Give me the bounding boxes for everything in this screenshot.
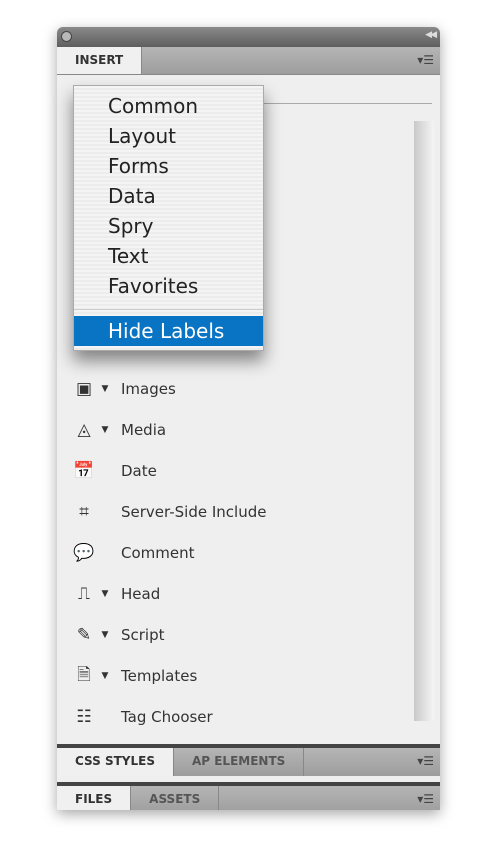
insert-item[interactable]: ✎ ▼ Script: [71, 621, 165, 649]
image-icon: ▣: [75, 379, 93, 399]
insert-item[interactable]: 💬 Comment: [71, 539, 195, 567]
item-label: Date: [121, 462, 157, 480]
menu-item-layout[interactable]: Layout: [74, 121, 263, 151]
script-icon: ✎: [76, 625, 92, 645]
insert-item[interactable]: 📅 Date: [71, 457, 157, 485]
item-label: Templates: [121, 667, 198, 685]
dropdown-caret-icon[interactable]: ▼: [97, 589, 113, 599]
dropdown-caret-icon[interactable]: ▼: [97, 384, 113, 394]
item-label: Media: [121, 421, 167, 439]
insert-tab-bar: INSERT ▾☰: [57, 47, 440, 75]
menu-item-text[interactable]: Text: [74, 241, 263, 271]
menu-item-common[interactable]: Common: [74, 91, 263, 121]
comment-icon: 💬: [73, 543, 95, 563]
insert-item[interactable]: ⌗ Server-Side Include: [71, 498, 266, 526]
category-menu: Common Layout Forms Data Spry Text Favorites H…: [73, 85, 264, 351]
item-label: Head: [121, 585, 161, 603]
templates-icon: 🗎: [77, 664, 91, 685]
menu-item-data[interactable]: Data: [74, 181, 263, 211]
dropdown-caret-icon[interactable]: ▼: [97, 630, 113, 640]
tab-assets[interactable]: ASSETS: [131, 786, 220, 810]
collapse-icon[interactable]: ◀◀: [425, 30, 437, 40]
insert-item[interactable]: ◬ ▼ Media: [71, 416, 166, 444]
insert-item[interactable]: ☷ Tag Chooser: [71, 703, 213, 731]
menu-item-spry[interactable]: Spry: [74, 211, 263, 241]
calendar-icon: 📅: [73, 461, 95, 481]
panel-titlebar: ◀◀: [57, 27, 440, 47]
insert-item[interactable]: ▣ ▼ Images: [71, 375, 176, 403]
media-icon: ◬: [77, 420, 91, 440]
tab-insert[interactable]: INSERT: [57, 47, 143, 74]
scrollbar[interactable]: [414, 121, 434, 721]
panel-menu-icon[interactable]: ▾☰: [417, 754, 434, 768]
tab-css-styles[interactable]: CSS STYLES: [57, 748, 174, 776]
panel-menu-icon[interactable]: ▾☰: [417, 792, 434, 806]
ssi-icon: ⌗: [79, 502, 89, 522]
tag-chooser-icon: ☷: [76, 707, 92, 727]
head-icon: ⎍: [78, 584, 90, 604]
css-tab-bar: CSS STYLES AP ELEMENTS ▾☰: [57, 744, 440, 776]
files-tab-bar: FILES ASSETS ▾☰: [57, 782, 440, 810]
item-label: Tag Chooser: [121, 708, 213, 726]
divider: [257, 103, 432, 104]
dropdown-caret-icon[interactable]: ▼: [97, 425, 113, 435]
item-label: Server-Side Include: [121, 503, 267, 521]
item-label: Script: [121, 626, 165, 644]
menu-separator: [74, 309, 263, 310]
menu-item-favorites[interactable]: Favorites: [74, 271, 263, 301]
item-label: Comment: [121, 544, 195, 562]
item-label: Images: [121, 380, 176, 398]
menu-item-hide-labels[interactable]: Hide Labels: [74, 316, 263, 346]
panel-menu-icon[interactable]: ▾☰: [417, 53, 434, 67]
menu-item-forms[interactable]: Forms: [74, 151, 263, 181]
insert-item[interactable]: ⎍ ▼ Head: [71, 580, 160, 608]
tab-ap-elements[interactable]: AP ELEMENTS: [174, 748, 305, 776]
tab-files[interactable]: FILES: [57, 786, 132, 810]
insert-item[interactable]: 🗎 ▼ Templates: [71, 662, 197, 690]
dropdown-caret-icon[interactable]: ▼: [97, 671, 113, 681]
close-icon[interactable]: [61, 31, 72, 42]
